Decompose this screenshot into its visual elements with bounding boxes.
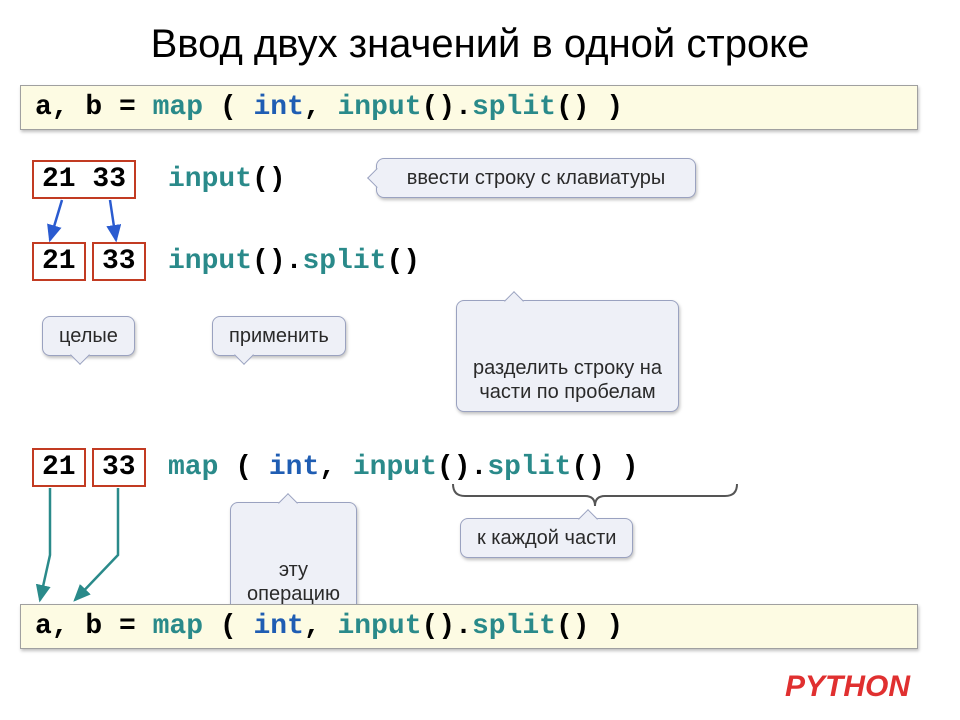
- callout-each-part: к каждой части: [460, 518, 633, 558]
- code-token: ,: [304, 92, 338, 123]
- code-token: (): [386, 246, 420, 277]
- code-bar-bottom: a, b = map ( int, input().split() ): [20, 604, 918, 649]
- code-token: input: [338, 92, 422, 123]
- code-token: () ): [556, 92, 623, 123]
- callout-integers: целые: [42, 316, 135, 356]
- code-fragment: input().split(): [168, 246, 420, 277]
- callout-text: разделить строку на части по пробелам: [473, 357, 662, 403]
- code-token: map: [153, 92, 203, 123]
- code-bar-top: a, b = map ( int, input().split() ): [20, 85, 918, 130]
- code-token: ,: [304, 611, 338, 642]
- code-token: (: [203, 611, 253, 642]
- callout-split: разделить строку на части по пробелам: [456, 300, 679, 412]
- value-box-a: 21: [32, 242, 86, 281]
- callout-text: целые: [59, 325, 118, 347]
- code-token: map: [153, 611, 203, 642]
- code-token: (): [252, 164, 286, 195]
- value-box-b: 33: [92, 448, 146, 487]
- code-token: ().: [422, 611, 472, 642]
- code-token: input: [168, 246, 252, 277]
- callout-text: к каждой части: [477, 527, 616, 549]
- code-token: a, b =: [35, 92, 153, 123]
- code-token: int: [269, 452, 319, 483]
- callout-keyboard: ввести строку с клавиатуры: [376, 158, 696, 198]
- value-box-pair: 21 33: [32, 160, 136, 199]
- callout-apply: применить: [212, 316, 346, 356]
- code-token: split: [472, 611, 556, 642]
- code-token: () ): [556, 611, 623, 642]
- code-token: split: [472, 92, 556, 123]
- code-token: () ): [571, 452, 638, 483]
- code-token: (: [218, 452, 268, 483]
- code-token: a, b =: [35, 611, 153, 642]
- page-title: Ввод двух значений в одной строке: [0, 0, 960, 85]
- code-token: ().: [422, 92, 472, 123]
- language-label: PYTHON: [785, 670, 910, 704]
- code-token: int: [253, 611, 303, 642]
- code-token: input: [168, 164, 252, 195]
- code-token: map: [168, 452, 218, 483]
- code-token: split: [302, 246, 386, 277]
- code-fragment: input(): [168, 164, 286, 195]
- code-token: ,: [319, 452, 353, 483]
- value-box-a: 21: [32, 448, 86, 487]
- code-token: input: [338, 611, 422, 642]
- callout-text: ввести строку с клавиатуры: [407, 167, 665, 189]
- code-token: (: [203, 92, 253, 123]
- code-token: int: [253, 92, 303, 123]
- code-token: ().: [437, 452, 487, 483]
- value-box-b: 33: [92, 242, 146, 281]
- code-fragment: map ( int, input().split() ): [168, 452, 639, 483]
- callout-text: эту операцию: [247, 559, 340, 605]
- code-token: input: [353, 452, 437, 483]
- callout-this-operation: эту операцию: [230, 502, 357, 614]
- callout-text: применить: [229, 325, 329, 347]
- code-token: split: [487, 452, 571, 483]
- code-token: ().: [252, 246, 302, 277]
